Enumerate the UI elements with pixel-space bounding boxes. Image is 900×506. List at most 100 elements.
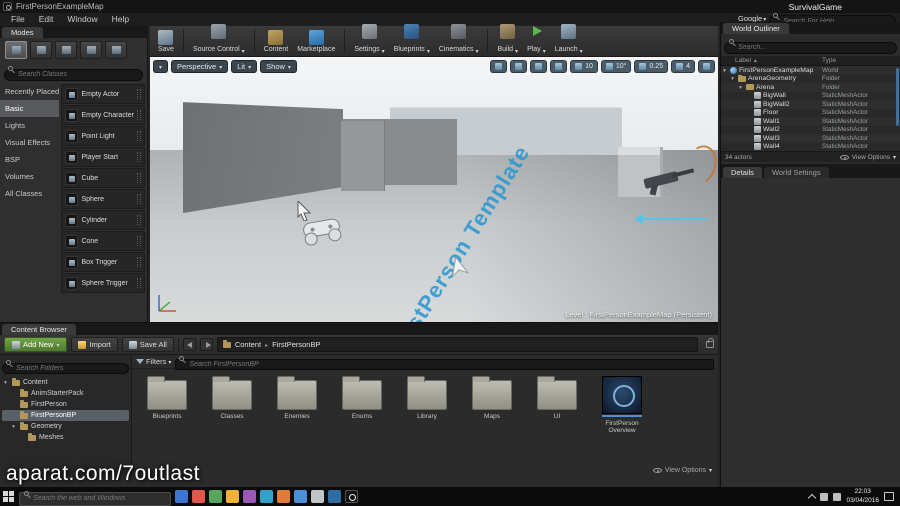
folder-tile-enums[interactable]: Enums [331, 374, 393, 420]
outliner-row[interactable]: BigWall StaticMeshActor [721, 91, 900, 100]
taskbar-app-icon[interactable] [328, 490, 341, 503]
play-button[interactable]: Play [527, 24, 546, 58]
taskbar-app-icon[interactable] [226, 490, 239, 503]
wall-corner-mesh[interactable] [341, 121, 385, 191]
tab-world-outliner[interactable]: World Outliner [723, 23, 789, 34]
tree-item-geometry[interactable]: Geometry [2, 421, 129, 432]
folder-tile-enemies[interactable]: Enemies [266, 374, 328, 420]
launch-button[interactable]: Launch [555, 24, 583, 58]
type-column-header[interactable]: Type [822, 57, 900, 64]
tree-item-content[interactable]: Content [2, 377, 129, 388]
rotate-tool-button[interactable] [530, 60, 548, 73]
category-bsp[interactable]: BSP [0, 151, 59, 168]
outliner-row[interactable]: Wall2 StaticMeshActor [721, 125, 900, 134]
menu-help[interactable]: Help [105, 13, 136, 26]
place-item-sphere-trigger[interactable]: Sphere Trigger [61, 273, 145, 293]
outliner-row[interactable]: Wall3 StaticMeshActor [721, 134, 900, 143]
taskbar-app-icon[interactable] [294, 490, 307, 503]
drag-grip-icon[interactable] [137, 131, 141, 141]
place-item-sphere[interactable]: Sphere [61, 189, 145, 209]
tree-item-animstarterpack[interactable]: AnimStarterPack [2, 388, 129, 399]
add-new-button[interactable]: Add New [4, 337, 68, 352]
lit-mode-button[interactable]: Lit [231, 60, 258, 73]
outliner-row[interactable]: Floor StaticMeshActor [721, 108, 900, 117]
source-control-button[interactable]: Source Control [193, 24, 245, 58]
outliner-row[interactable]: FirstPersonExampleMapWorld [721, 66, 900, 75]
tab-world-settings[interactable]: World Settings [763, 167, 829, 178]
outliner-row[interactable]: BigWall2 StaticMeshActor [721, 100, 900, 109]
place-item-point-light[interactable]: Point Light [61, 126, 145, 146]
translate-arrow-gizmo[interactable] [634, 214, 708, 224]
drag-grip-icon[interactable] [137, 194, 141, 204]
move-tool-button[interactable] [510, 60, 528, 73]
tab-modes[interactable]: Modes [2, 27, 43, 38]
outliner-column-header[interactable]: Label ▲ Type [721, 56, 900, 66]
back-button[interactable] [182, 338, 196, 351]
label-column-header[interactable]: Label [735, 57, 751, 64]
import-button[interactable]: Import [71, 337, 118, 352]
menu-window[interactable]: Window [60, 13, 104, 26]
category-basic[interactable]: Basic [0, 100, 60, 117]
breadcrumb-content[interactable]: Content [235, 340, 261, 349]
folder-tile-library[interactable]: Library [396, 374, 458, 420]
tree-item-meshes[interactable]: Meshes [2, 432, 129, 443]
select-tool-button[interactable] [490, 60, 508, 73]
taskbar-app-icon[interactable] [277, 490, 290, 503]
level-viewport[interactable]: FirstPerson Template Level : FirstPerson… [150, 57, 718, 322]
content-button[interactable]: Content [264, 29, 288, 53]
folder-tile-classes[interactable]: Classes [201, 374, 263, 420]
taskbar-search-input[interactable] [19, 491, 171, 506]
category-visual-effects[interactable]: Visual Effects [0, 134, 59, 151]
grid-snap-control[interactable]: 10 [570, 60, 598, 73]
viewport-options-button[interactable] [153, 60, 169, 73]
menu-edit[interactable]: Edit [32, 13, 61, 26]
taskbar-app-icon[interactable] [175, 490, 188, 503]
taskbar-app-icon[interactable] [209, 490, 222, 503]
place-item-box-trigger[interactable]: Box Trigger [61, 252, 145, 272]
perspective-button[interactable]: Perspective [171, 60, 229, 73]
maximize-viewport-button[interactable] [698, 60, 715, 73]
expand-arrow-icon[interactable] [737, 84, 744, 91]
taskbar-clock[interactable]: 22:03 03/04/2016 [846, 488, 879, 504]
outliner-scrollbar[interactable] [896, 68, 899, 126]
category-volumes[interactable]: Volumes [0, 168, 59, 185]
expand-arrow-icon[interactable] [721, 67, 728, 74]
outliner-row[interactable]: ArenaGeometryFolder [721, 74, 900, 83]
expand-arrow-icon[interactable] [10, 423, 17, 430]
taskbar-app-icon[interactable] [243, 490, 256, 503]
network-icon[interactable] [820, 492, 829, 501]
outliner-row[interactable]: Wall1 StaticMeshActor [721, 117, 900, 126]
drag-grip-icon[interactable] [137, 152, 141, 162]
marketplace-button[interactable]: Marketplace [297, 29, 335, 53]
expand-arrow-icon[interactable] [2, 379, 9, 386]
drag-grip-icon[interactable] [137, 215, 141, 225]
action-center-icon[interactable] [884, 492, 894, 501]
geometry-mode-icon[interactable] [105, 41, 127, 59]
scale-tool-button[interactable] [550, 60, 568, 73]
tab-content-browser[interactable]: Content Browser [2, 324, 76, 335]
search-folders-input[interactable] [2, 363, 129, 374]
category-recently-placed[interactable]: Recently Placed [0, 83, 59, 100]
drag-grip-icon[interactable] [137, 110, 141, 120]
folder-tile-maps[interactable]: Maps [461, 374, 523, 420]
build-button[interactable]: Build [497, 24, 518, 58]
outliner-search-input[interactable] [724, 41, 897, 54]
outliner-row[interactable]: ArenaFolder [721, 83, 900, 92]
content-browser-view-options-button[interactable]: View Options [652, 467, 712, 474]
place-item-cone[interactable]: Cone [61, 231, 145, 251]
menu-file[interactable]: File [4, 13, 32, 26]
place-item-cylinder[interactable]: Cylinder [61, 210, 145, 230]
cinematics-button[interactable]: Cinematics [439, 24, 479, 58]
category-all-classes[interactable]: All Classes [0, 185, 59, 202]
scale-snap-control[interactable]: 0.25 [634, 60, 669, 73]
taskbar-app-icon[interactable] [192, 490, 205, 503]
drag-grip-icon[interactable] [137, 278, 141, 288]
drag-grip-icon[interactable] [137, 173, 141, 183]
asset-tile-firstperson-overview[interactable]: FirstPerson Overview [591, 374, 653, 434]
search-assets-input[interactable] [175, 358, 714, 370]
tab-details[interactable]: Details [723, 167, 762, 178]
place-mode-icon[interactable] [5, 41, 27, 59]
paint-mode-icon[interactable] [30, 41, 52, 59]
search-classes-input[interactable] [4, 68, 143, 81]
place-item-cube[interactable]: Cube [61, 168, 145, 188]
